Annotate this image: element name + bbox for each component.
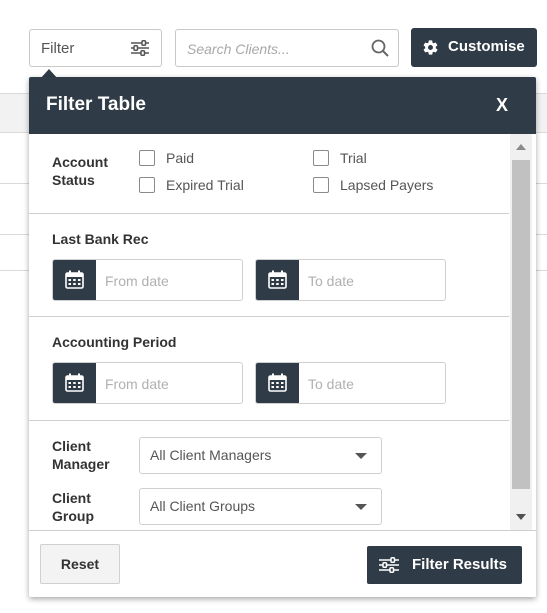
client-group-label: Client Group (52, 489, 94, 525)
search-icon[interactable] (371, 39, 389, 62)
last-bank-rec-section: Last Bank Rec (29, 214, 509, 317)
client-group-label-line1: Client (52, 490, 91, 506)
last-bank-rec-from-field[interactable] (52, 259, 243, 301)
checkbox-box[interactable] (139, 150, 155, 166)
scroll-up-arrow-icon[interactable] (516, 144, 526, 150)
search-box[interactable] (175, 29, 399, 67)
client-section: Client Manager All Client Managers Clien… (29, 421, 509, 530)
checkbox-paid-label: Paid (166, 150, 195, 166)
customise-button-label: Customise (448, 38, 525, 55)
calendar-icon[interactable] (256, 363, 299, 403)
last-bank-rec-to-field[interactable] (255, 259, 446, 301)
last-bank-rec-to-input[interactable] (306, 271, 440, 291)
checkbox-box[interactable] (313, 150, 329, 166)
account-status-label-line2: Status (52, 172, 95, 188)
filter-results-button[interactable]: Filter Results (367, 546, 522, 584)
sliders-icon (130, 40, 150, 61)
accounting-period-to-input[interactable] (306, 374, 440, 394)
customise-button[interactable]: Customise (411, 28, 537, 67)
search-input[interactable] (185, 38, 369, 60)
account-status-label-line1: Account (52, 154, 108, 170)
client-manager-label: Client Manager (52, 437, 110, 473)
reset-button[interactable]: Reset (40, 544, 120, 584)
panel-footer: Reset Filter Results (29, 530, 536, 597)
client-group-label-line2: Group (52, 508, 94, 524)
checkbox-expired-trial[interactable]: Expired Trial (139, 177, 244, 193)
panel-body[interactable]: Account Status Paid Trial Expired Trial … (29, 134, 509, 530)
scrollbar[interactable] (510, 134, 532, 530)
client-manager-select[interactable]: All Client Managers (139, 437, 382, 474)
client-manager-label-line2: Manager (52, 456, 110, 472)
calendar-icon[interactable] (53, 260, 96, 300)
chevron-down-icon (355, 453, 367, 459)
panel-title: Filter Table (46, 94, 146, 115)
checkbox-paid[interactable]: Paid (139, 150, 194, 166)
checkbox-trial[interactable]: Trial (313, 150, 367, 166)
client-manager-label-line1: Client (52, 438, 91, 454)
sliders-icon (378, 557, 400, 578)
filter-results-label: Filter Results (412, 556, 508, 573)
checkbox-box[interactable] (139, 177, 155, 193)
calendar-icon[interactable] (256, 260, 299, 300)
accounting-period-to-field[interactable] (255, 362, 446, 404)
checkbox-trial-label: Trial (340, 150, 367, 166)
account-status-label: Account Status (52, 153, 108, 189)
scrollbar-thumb[interactable] (512, 160, 530, 489)
filter-button-label: Filter (41, 40, 75, 57)
filter-panel: Filter Table X Account Status Paid Trial… (29, 77, 536, 597)
close-button[interactable]: X (496, 95, 508, 116)
checkbox-box[interactable] (313, 177, 329, 193)
account-status-section: Account Status Paid Trial Expired Trial … (29, 134, 509, 214)
chevron-down-icon (355, 504, 367, 510)
checkbox-lapsed-payers-label: Lapsed Payers (340, 177, 434, 193)
checkbox-expired-trial-label: Expired Trial (166, 177, 244, 193)
panel-header: Filter Table X (29, 77, 536, 134)
client-manager-value: All Client Managers (150, 447, 272, 463)
filter-button[interactable]: Filter (29, 29, 162, 67)
scroll-down-arrow-icon[interactable] (516, 514, 526, 520)
gear-icon (422, 39, 439, 61)
last-bank-rec-from-input[interactable] (103, 271, 237, 291)
client-group-select[interactable]: All Client Groups (139, 488, 382, 525)
accounting-period-from-field[interactable] (52, 362, 243, 404)
client-group-value: All Client Groups (150, 498, 256, 514)
calendar-icon[interactable] (53, 363, 96, 403)
last-bank-rec-label: Last Bank Rec (52, 231, 149, 247)
accounting-period-from-input[interactable] (103, 374, 237, 394)
checkbox-lapsed-payers[interactable]: Lapsed Payers (313, 177, 433, 193)
accounting-period-label: Accounting Period (52, 334, 177, 350)
accounting-period-section: Accounting Period (29, 317, 509, 421)
